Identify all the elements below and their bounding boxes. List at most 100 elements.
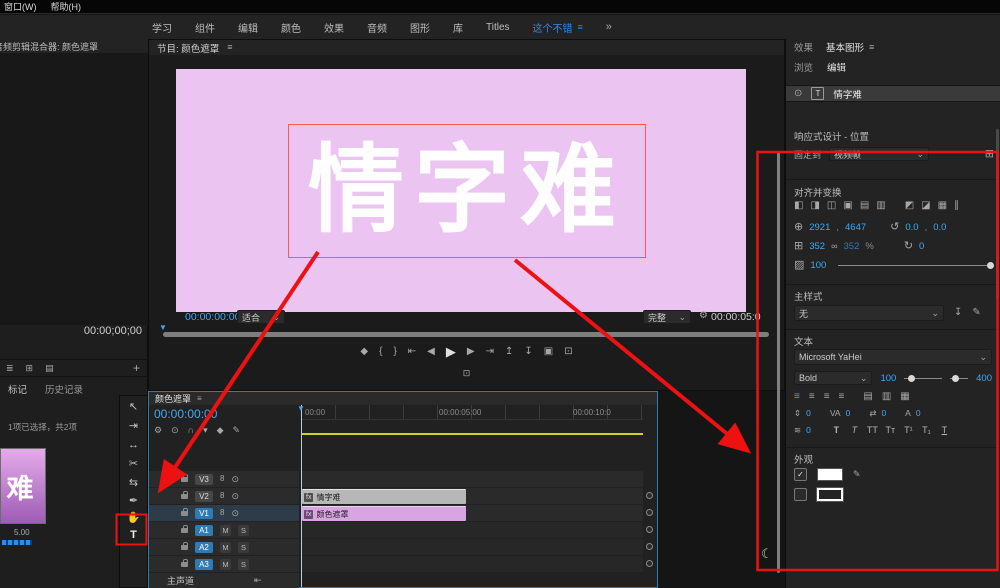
icon-view-icon[interactable]: ⊞ [26, 364, 34, 373]
track-label-a2[interactable]: A2 [195, 542, 213, 553]
superscript-button[interactable]: T¹ [902, 424, 915, 436]
panel-scrollbar[interactable] [996, 129, 999, 299]
align-top-icon[interactable]: ▤ [860, 201, 869, 211]
track-output-eye-icon[interactable]: ⊙ [231, 475, 239, 484]
track-header-a3[interactable]: A3 M S [149, 556, 299, 572]
timeline-settings-icon[interactable]: ⚙ [154, 426, 162, 435]
font-family-dropdown[interactable]: Microsoft YaHei ⌄ [794, 349, 992, 365]
style-sync-icon[interactable]: ↧ [954, 308, 962, 318]
kerning-value[interactable]: 0 [846, 408, 851, 418]
track-header-a2[interactable]: A2 M S [149, 539, 299, 555]
fill-checkbox[interactable]: ✓ [794, 468, 807, 481]
distribute-space-icon[interactable]: ∥ [954, 201, 959, 211]
eyedropper-icon[interactable]: ✎ [853, 470, 861, 479]
timeline-marker-icon[interactable]: ◆ [217, 426, 224, 435]
tab-essential-graphics[interactable]: 基本图形 [826, 40, 864, 54]
align-text-center-icon[interactable]: ≡ [809, 392, 815, 402]
lock-icon[interactable] [181, 528, 188, 533]
workspace-tab-effects[interactable]: 效果 [324, 20, 344, 35]
nest-icon[interactable]: ▾ [203, 426, 208, 435]
solo-button[interactable]: S [238, 525, 249, 536]
opacity-value[interactable]: 100 [810, 260, 826, 271]
stroke-color-swatch[interactable] [817, 488, 843, 501]
justify-last-right-icon[interactable]: ▦ [900, 392, 909, 402]
track-label-a1[interactable]: A1 [195, 525, 213, 536]
sync-lock-icon[interactable]: 8 [220, 492, 224, 500]
fx-badge[interactable]: fx [304, 510, 313, 519]
track-header-v1[interactable]: V1 8 ⊙ [149, 505, 299, 521]
solo-button[interactable]: S [238, 559, 249, 570]
workspace-tab-titles[interactable]: Titles [486, 22, 510, 33]
opacity-slider[interactable] [838, 265, 994, 266]
preview-title-text[interactable]: 情字难 [308, 143, 626, 239]
go-to-start-icon[interactable]: ⇤ [254, 576, 262, 585]
monitor-settings-icon[interactable]: ⚙ [699, 311, 708, 321]
sync-lock-icon[interactable]: 8 [220, 509, 224, 517]
panel-menu-icon[interactable]: ≡ [869, 43, 874, 52]
program-timecode[interactable]: 00:00:00:00 [185, 311, 240, 323]
style-edit-icon[interactable]: ✎ [972, 308, 980, 318]
lock-icon[interactable] [181, 511, 188, 516]
position-y-value[interactable]: 4647 [845, 222, 866, 233]
layer-name[interactable]: 情字难 [833, 87, 862, 101]
track-output-eye-icon[interactable]: ⊙ [231, 492, 239, 501]
tab-edit[interactable]: 编辑 [827, 60, 846, 74]
clip-color-matte-v1[interactable]: fx 颜色遮罩 [302, 506, 466, 521]
selection-tool[interactable]: ↖ [120, 402, 147, 413]
track-scroll-knob[interactable] [646, 509, 653, 516]
workspace-tab-graphics[interactable]: 图形 [410, 20, 430, 35]
lock-icon[interactable] [181, 494, 188, 499]
all-caps-button[interactable]: TT [866, 424, 879, 436]
tracking-amount-value[interactable]: 0 [881, 408, 886, 418]
font-size-value[interactable]: 100 [880, 373, 896, 384]
track-scroll-knob[interactable] [646, 526, 653, 533]
layer-row-selected[interactable]: ⊙ T 情字难 [786, 85, 1000, 102]
list-view-icon[interactable]: ≣ [6, 364, 14, 373]
track-label-v3[interactable]: V3 [195, 474, 213, 485]
track-select-tool[interactable]: ⇥ [120, 421, 147, 432]
razor-tool[interactable]: ✂ [120, 459, 147, 470]
playhead-line[interactable] [301, 405, 302, 587]
align-center-v-icon[interactable]: ▣ [843, 201, 852, 211]
font-size-slider[interactable] [904, 378, 942, 379]
pin-diagram-icon[interactable]: ⊞ [985, 149, 994, 160]
comparison-view-icon[interactable]: ⊡ [564, 347, 572, 357]
track-header-a1[interactable]: A1 M S [149, 522, 299, 538]
work-area-bar[interactable] [302, 433, 643, 435]
pin-to-dropdown[interactable]: 视频帧 ⌄ [829, 147, 929, 161]
hand-tool[interactable]: ✋ [120, 513, 147, 524]
proportional-spacing-value[interactable]: 0 [806, 425, 811, 435]
program-timecode-value[interactable]: 00:00:00:00 [185, 311, 240, 323]
anchor-x-value[interactable]: 0.0 [905, 222, 918, 233]
lock-icon[interactable] [181, 562, 188, 567]
zoom-level-dropdown[interactable]: 适合 ⌄ [237, 310, 285, 324]
align-text-right-icon[interactable]: ≡ [824, 392, 830, 402]
mixer-timecode[interactable]: 00:00;00;00 [0, 325, 148, 337]
timeline-timecode-value[interactable]: 00:00:00:00 [154, 407, 217, 421]
tab-markers[interactable]: 标记 [8, 382, 27, 396]
linked-selection-icon[interactable]: ⊙ [171, 426, 179, 435]
snap-icon[interactable]: ∩ [188, 426, 194, 435]
opacity-slider-knob[interactable] [987, 262, 994, 269]
mute-button[interactable]: M [220, 559, 231, 570]
clip-title-v2[interactable]: fx 情字难 [302, 489, 466, 504]
workspace-tab-learning[interactable]: 学习 [152, 20, 172, 35]
align-left-edge-icon[interactable]: ◧ [794, 201, 803, 211]
add-panel-icon[interactable]: + [133, 362, 140, 374]
timeline-edit-icon[interactable]: ✎ [233, 426, 241, 435]
workspace-tab-assembly[interactable]: 组件 [195, 20, 215, 35]
workspace-tab-editing[interactable]: 编辑 [238, 20, 258, 35]
workspace-tab-menu-icon[interactable]: ≡ [578, 23, 583, 32]
distribute-h-icon[interactable]: ◩ [905, 201, 914, 211]
mute-button[interactable]: M [220, 525, 231, 536]
tracking-slider-knob[interactable] [952, 375, 959, 382]
export-frame-icon[interactable]: ▣ [544, 347, 553, 357]
playhead-marker-icon[interactable]: ▼ [297, 404, 305, 413]
workspace-tab-libraries[interactable]: 库 [453, 20, 463, 35]
align-right-edge-icon[interactable]: ◨ [810, 201, 819, 211]
moon-icon[interactable]: ☾ [761, 547, 773, 560]
fx-badge[interactable]: fx [304, 493, 313, 502]
underline-button[interactable]: T [938, 424, 951, 436]
track-header-master[interactable]: 主声道 ⇤ [149, 573, 299, 588]
rotation-value[interactable]: 0 [919, 241, 924, 252]
